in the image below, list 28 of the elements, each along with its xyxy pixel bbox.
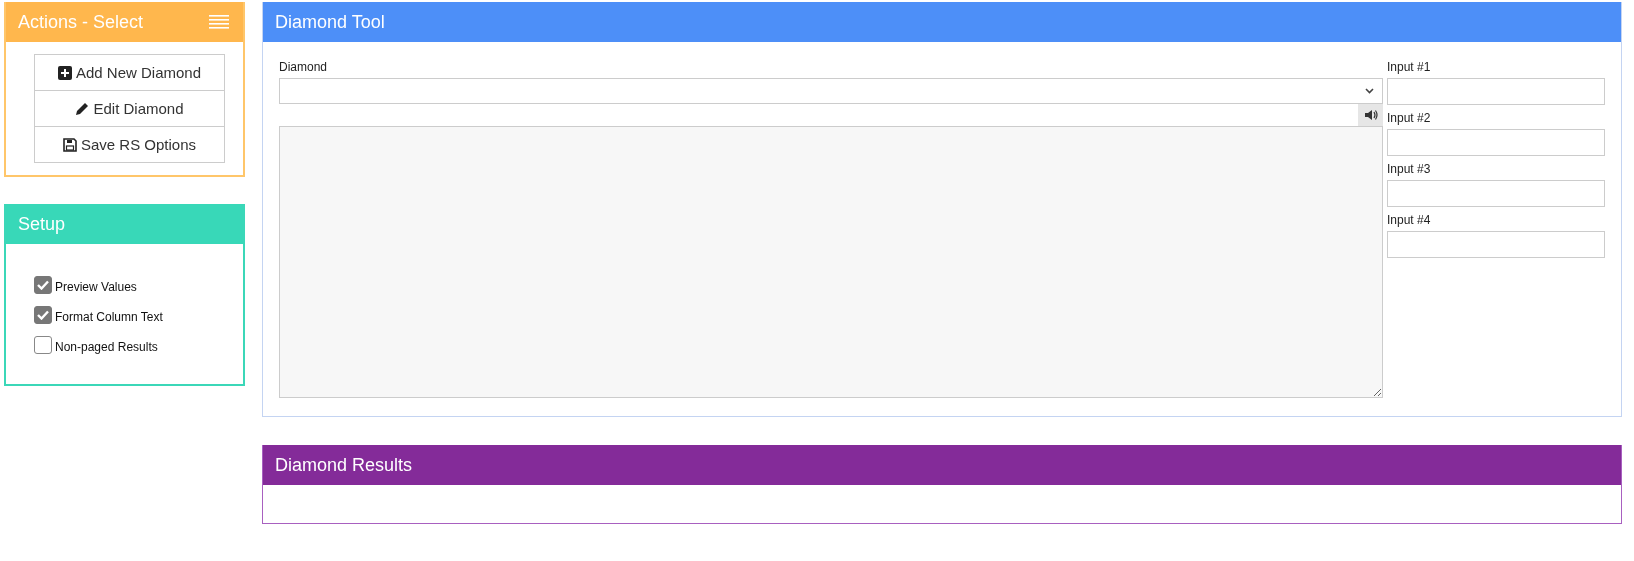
menu-icon[interactable] [209, 15, 229, 29]
chevron-down-icon [1365, 88, 1374, 94]
checkbox-label: Format Column Text [55, 310, 163, 324]
field-label: Input #3 [1387, 162, 1432, 176]
action-button[interactable]: Add New Diamond [34, 54, 225, 91]
plus-icon [57, 65, 72, 80]
field-label: Input #4 [1387, 213, 1432, 227]
field-label: Input #1 [1387, 60, 1432, 74]
speaker-icon [1363, 109, 1378, 121]
pencil-icon [75, 101, 90, 116]
field-label: Diamond [279, 60, 329, 74]
input-field[interactable] [1387, 231, 1605, 258]
action-button[interactable]: Save RS Options [34, 126, 225, 163]
field-label: Input #2 [1387, 111, 1432, 125]
input-field[interactable] [1387, 129, 1605, 156]
panel-title: Actions - Select [18, 11, 144, 33]
checkbox-label: Preview Values [55, 280, 137, 294]
action-button[interactable]: Edit Diamond [34, 90, 225, 127]
input-field[interactable] [1387, 78, 1605, 105]
input-field[interactable] [1387, 180, 1605, 207]
panel-title: Diamond Tool [275, 11, 385, 33]
speaker-button[interactable] [1358, 104, 1383, 126]
panel-title: Diamond Results [275, 454, 413, 476]
checkbox[interactable] [34, 306, 52, 324]
panel-title: Setup [18, 213, 66, 235]
checkbox[interactable] [34, 276, 52, 294]
checkbox-label: Non-paged Results [55, 340, 158, 354]
checkbox[interactable] [34, 336, 52, 354]
